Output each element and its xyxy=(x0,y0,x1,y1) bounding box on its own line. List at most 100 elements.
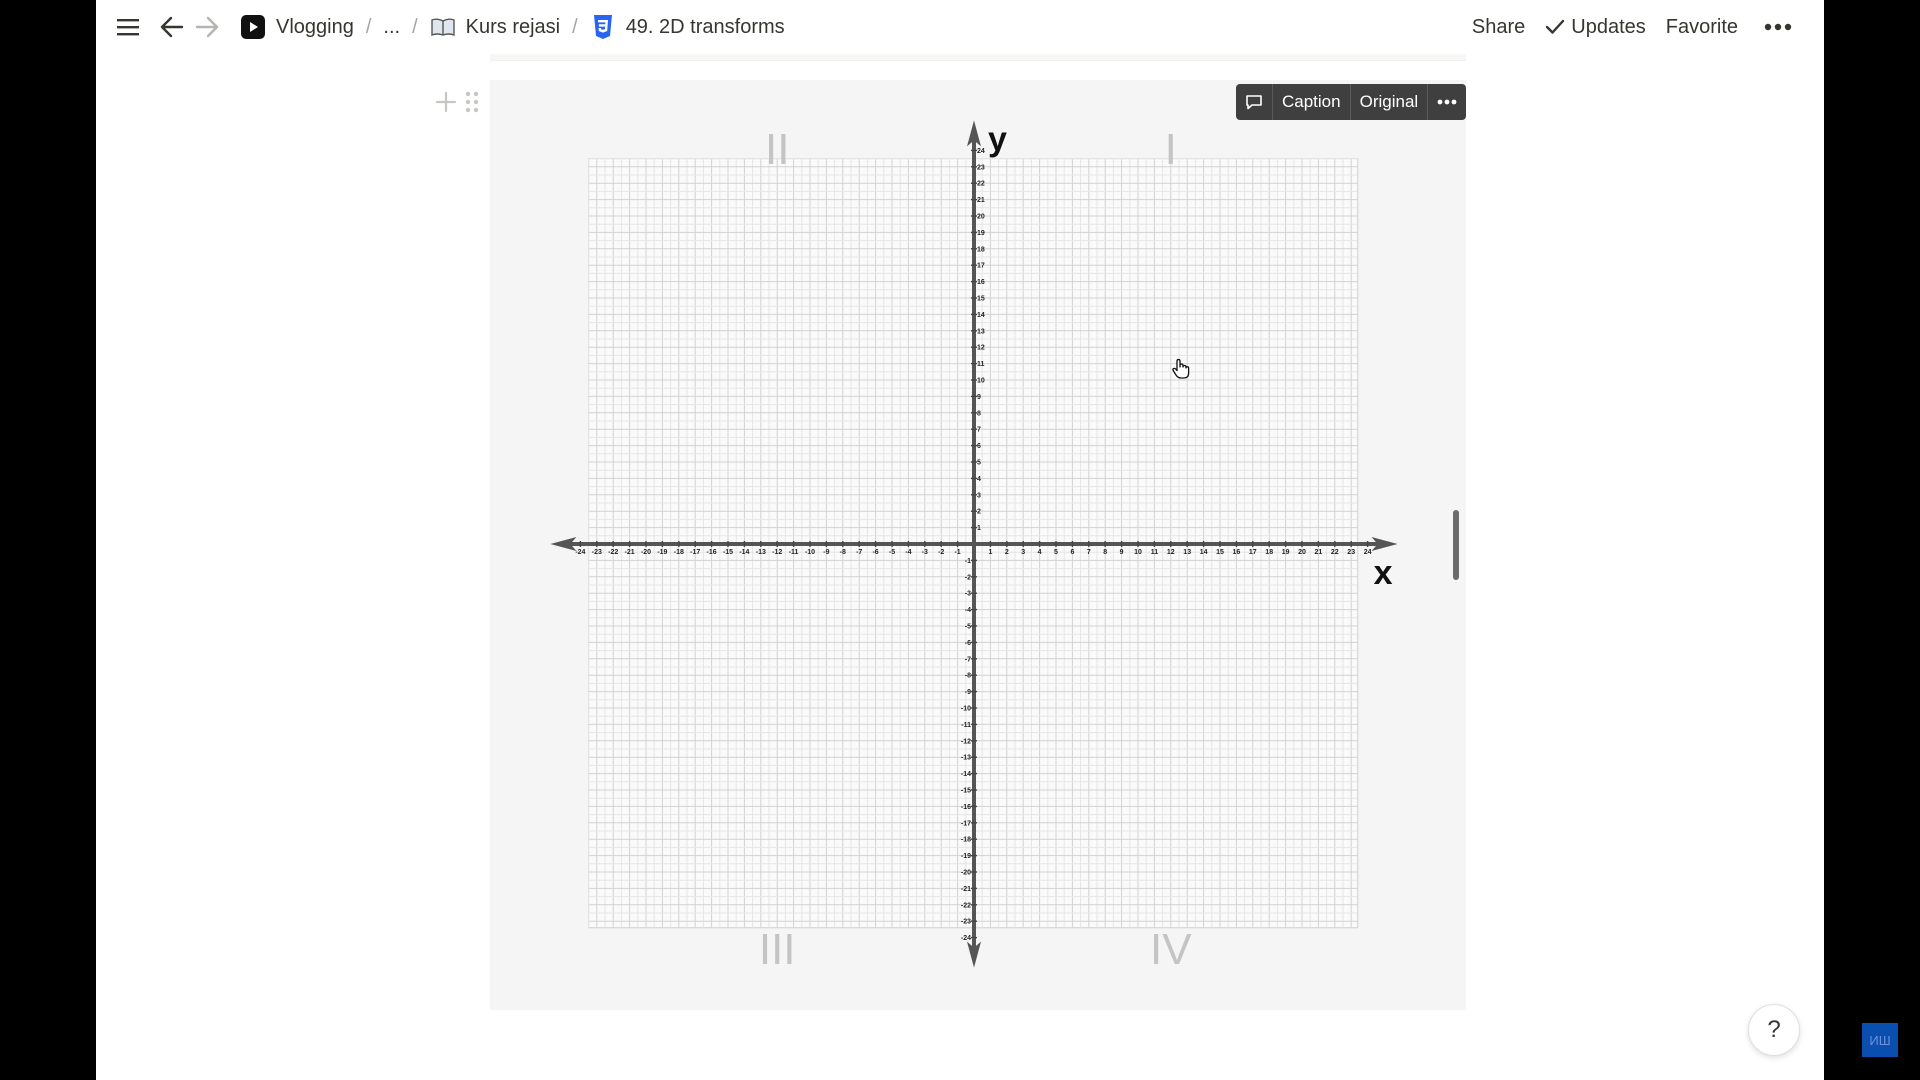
y-tick-label: -16 xyxy=(961,804,971,811)
back-arrow-icon[interactable] xyxy=(156,11,188,43)
x-tick-label: -24 xyxy=(575,549,585,556)
y-tick-label: 1 xyxy=(977,525,981,532)
y-tick-label: 13 xyxy=(977,328,985,335)
x-tick-label: 3 xyxy=(1021,549,1025,556)
y-tick-label: 21 xyxy=(977,197,985,204)
x-tick-label: -1 xyxy=(954,549,960,556)
y-tick-label: -3 xyxy=(965,591,971,598)
y-tick-label: -5 xyxy=(965,624,971,631)
breadcrumb-separator: / xyxy=(365,15,372,38)
x-tick-label: 6 xyxy=(1070,549,1074,556)
breadcrumb-item-2d-transforms[interactable]: 49. 2D transforms xyxy=(584,10,791,44)
quadrant-label-i: I xyxy=(1165,125,1177,174)
share-button[interactable]: Share xyxy=(1462,10,1535,45)
x-tick-label: 22 xyxy=(1331,549,1339,556)
x-tick-label: -2 xyxy=(938,549,944,556)
y-tick-label: 19 xyxy=(977,230,985,237)
y-tick-label: 4 xyxy=(977,476,981,483)
x-tick-label: -3 xyxy=(922,549,928,556)
breadcrumb-separator: / xyxy=(412,15,418,38)
y-tick-label: -2 xyxy=(965,574,971,581)
x-tick-label: 10 xyxy=(1134,549,1142,556)
y-tick-label: -24 xyxy=(961,935,971,942)
book-icon xyxy=(430,14,456,40)
check-icon xyxy=(1545,18,1565,36)
more-options-icon xyxy=(1437,99,1457,105)
y-tick-label: 9 xyxy=(977,394,981,401)
y-tick-label: -13 xyxy=(961,755,971,762)
breadcrumb-item-ellipsis[interactable]: ... xyxy=(377,12,406,43)
y-tick-label: -18 xyxy=(961,837,971,844)
breadcrumb-item-vlogging[interactable]: Vlogging xyxy=(234,10,360,44)
y-tick-label: 3 xyxy=(977,492,981,499)
y-tick-label: 17 xyxy=(977,263,985,270)
y-tick-label: 16 xyxy=(977,279,985,286)
x-tick-label: 4 xyxy=(1038,549,1042,556)
comment-button[interactable] xyxy=(1236,84,1273,120)
y-tick-label: 6 xyxy=(977,443,981,450)
y-tick-label: 2 xyxy=(977,509,981,516)
x-tick-label: -23 xyxy=(592,549,602,556)
quadrant-label-iii: III xyxy=(759,925,796,974)
y-tick-label: -9 xyxy=(965,689,971,696)
hand-cursor-icon xyxy=(1171,358,1191,385)
x-tick-label: -6 xyxy=(872,549,878,556)
updates-button[interactable]: Updates xyxy=(1535,10,1656,45)
x-tick-label: 12 xyxy=(1167,549,1175,556)
breadcrumb-label: Kurs rejasi xyxy=(465,15,561,38)
more-options-icon[interactable] xyxy=(1748,17,1808,37)
favorite-button[interactable]: Favorite xyxy=(1656,10,1748,45)
image-resize-handle[interactable] xyxy=(1453,510,1459,580)
y-tick-label: 22 xyxy=(977,181,985,188)
y-tick-label: -10 xyxy=(961,706,971,713)
x-tick-label: 16 xyxy=(1233,549,1241,556)
previous-block-edge xyxy=(490,54,1466,61)
image-more-button[interactable] xyxy=(1428,84,1466,120)
image-toolbar: Caption Original xyxy=(1236,84,1467,120)
x-tick-label: -9 xyxy=(823,549,829,556)
breadcrumb-label: 49. 2D transforms xyxy=(625,15,785,38)
quadrant-label-iv: IV xyxy=(1150,925,1192,974)
x-tick-label: 15 xyxy=(1216,549,1224,556)
caption-button[interactable]: Caption xyxy=(1273,84,1351,120)
y-tick-label: 10 xyxy=(977,378,985,385)
forward-arrow-icon[interactable] xyxy=(191,11,223,43)
topbar: Vlogging / ... / Kurs rejasi / 49. 2D tr… xyxy=(96,0,1824,54)
x-tick-label: 11 xyxy=(1151,549,1159,556)
coordinate-plane-image: -24 -23 -22 -21 -20 -19 -18 -17 -16 -15 -14 -13 -12-… xyxy=(490,80,1466,1010)
updates-label: Updates xyxy=(1571,15,1646,38)
y-tick-label: -1 xyxy=(965,558,971,565)
menu-icon[interactable] xyxy=(112,11,144,43)
breadcrumb-label: Vlogging xyxy=(276,15,354,38)
x-tick-label: -8 xyxy=(840,549,846,556)
y-tick-label: -11 xyxy=(961,722,971,729)
breadcrumb-item-kurs-rejasi[interactable]: Kurs rejasi xyxy=(424,10,566,44)
y-tick-label: 23 xyxy=(977,164,985,171)
x-tick-label: -12 xyxy=(772,549,782,556)
language-badge: ИШ xyxy=(1862,1023,1898,1057)
original-button[interactable]: Original xyxy=(1351,84,1429,120)
x-tick-label: 8 xyxy=(1103,549,1107,556)
help-button[interactable]: ? xyxy=(1748,1004,1800,1056)
x-tick-label: 13 xyxy=(1183,549,1191,556)
x-tick-label: -10 xyxy=(805,549,815,556)
y-tick-label: 11 xyxy=(977,361,985,368)
y-tick-label: -21 xyxy=(961,886,971,893)
x-tick-label: 23 xyxy=(1347,549,1355,556)
x-tick-label: 5 xyxy=(1054,549,1058,556)
x-tick-label: 1 xyxy=(988,549,992,556)
x-axis-label: x xyxy=(1374,554,1393,592)
x-tick-label: 17 xyxy=(1249,549,1257,556)
css3-icon xyxy=(590,14,616,40)
drag-handle-icon[interactable] xyxy=(462,88,482,116)
x-tick-label: 9 xyxy=(1120,549,1124,556)
breadcrumb-separator: / xyxy=(572,15,578,38)
youtube-icon xyxy=(240,14,266,40)
y-tick-label: -14 xyxy=(961,771,971,778)
x-tick-label: -7 xyxy=(856,549,862,556)
y-tick-label: -7 xyxy=(965,656,971,663)
add-block-icon[interactable] xyxy=(432,88,460,116)
x-tick-label: -16 xyxy=(707,549,717,556)
y-tick-label: -15 xyxy=(961,788,971,795)
y-tick-label: 15 xyxy=(977,296,985,303)
